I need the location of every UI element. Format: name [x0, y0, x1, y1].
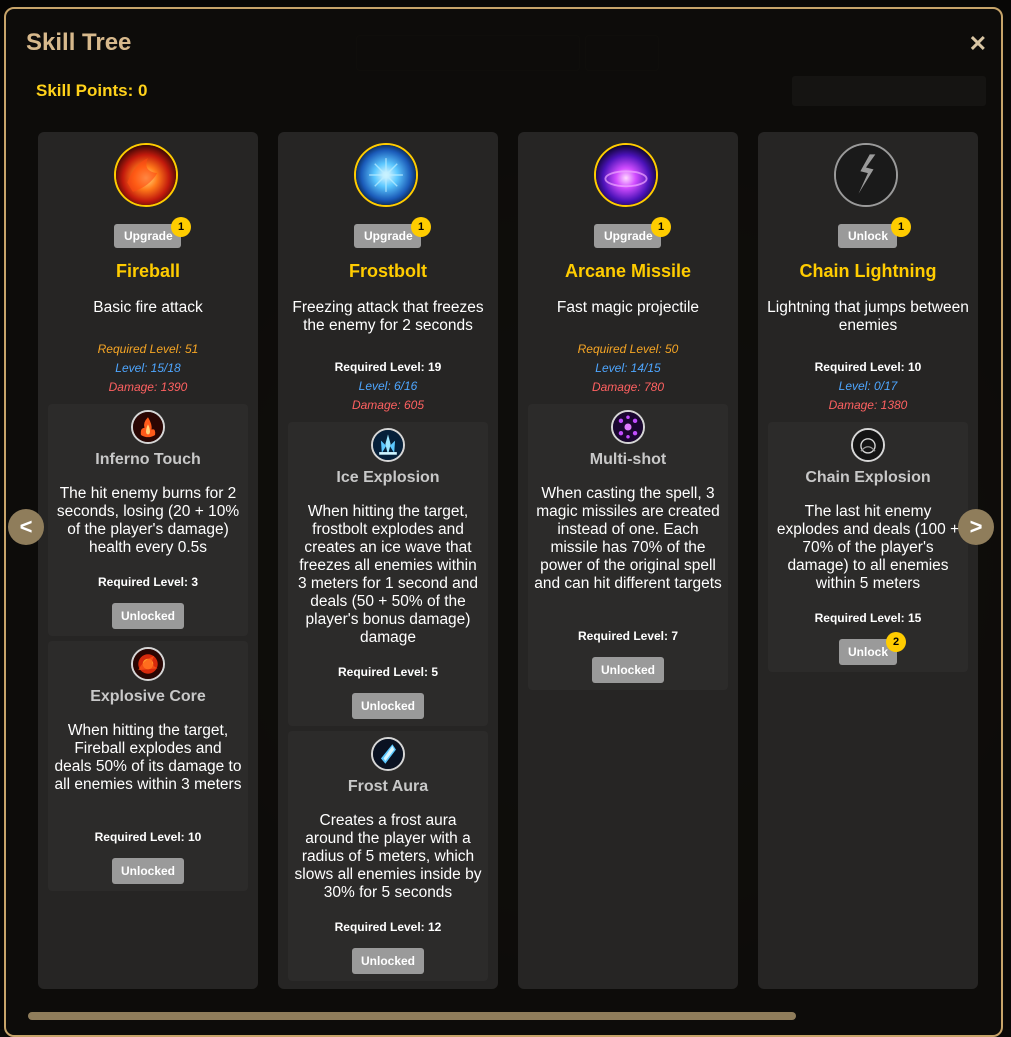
- sub-skill-multi-shot: Multi-shot When casting the spell, 3 mag…: [528, 404, 728, 690]
- sub-skill-name: Chain Explosion: [805, 469, 931, 486]
- skill-damage: Damage: 780: [591, 380, 665, 394]
- skill-description: Fast magic projectile: [556, 299, 700, 316]
- unlocked-button[interactable]: Unlocked: [352, 693, 424, 719]
- sub-skill-description: The hit enemy burns for 2 seconds, losin…: [56, 485, 240, 556]
- sub-skill-inferno-touch: Inferno Touch The hit enemy burns for 2 …: [48, 404, 248, 636]
- modal-title: Skill Tree: [26, 29, 132, 56]
- unlocked-button[interactable]: Unlocked: [112, 858, 184, 884]
- skill-points: Skill Points: 0: [36, 81, 148, 101]
- points-panel: [792, 76, 986, 106]
- fireball-icon[interactable]: [114, 143, 178, 207]
- skill-column-fireball: Upgrade 1 Fireball Basic fire attack Req…: [38, 132, 258, 989]
- explosive-core-icon: [131, 647, 165, 681]
- unlocked-button[interactable]: Unlocked: [592, 657, 664, 683]
- skill-damage: Damage: 1380: [828, 398, 908, 412]
- cost-badge: 1: [891, 217, 911, 237]
- chain-explosion-icon: [851, 428, 885, 462]
- required-level: Required Level: 10: [814, 360, 922, 374]
- skill-description: Lightning that jumps between enemies: [767, 299, 969, 334]
- skill-points-label: Skill Points:: [36, 81, 134, 100]
- horizontal-scrollbar[interactable]: [28, 1012, 796, 1020]
- skill-column-arcane-missile: Upgrade 1 Arcane Missile Fast magic proj…: [518, 132, 738, 989]
- arcane-missile-icon[interactable]: [594, 143, 658, 207]
- multi-shot-icon: [611, 410, 645, 444]
- sub-skill-name: Multi-shot: [589, 451, 667, 468]
- skill-level: Level: 15/18: [115, 361, 181, 375]
- cost-badge: 2: [886, 632, 906, 652]
- skill-description: Basic fire attack: [93, 299, 203, 316]
- sub-required-level: Required Level: 7: [577, 629, 679, 643]
- next-arrow-button[interactable]: >: [958, 509, 994, 545]
- sub-required-level: Required Level: 12: [334, 920, 442, 934]
- sub-skill-explosive-core: Explosive Core When hitting the target, …: [48, 641, 248, 891]
- sub-skill-description: The last hit enemy explodes and deals (1…: [776, 503, 960, 592]
- frost-aura-icon: [371, 737, 405, 771]
- sub-skill-description: When casting the spell, 3 magic missiles…: [534, 485, 722, 592]
- cost-badge: 1: [411, 217, 431, 237]
- skill-column-frostbolt: Upgrade 1 Frostbolt Freezing attack that…: [278, 132, 498, 989]
- skill-name: Frostbolt: [349, 261, 427, 281]
- sub-skill-name: Inferno Touch: [95, 451, 201, 468]
- skill-column-chain-lightning: Unlock 1 Chain Lightning Lightning that …: [758, 132, 978, 989]
- sub-skill-frost-aura: Frost Aura Creates a frost aura around t…: [288, 731, 488, 981]
- unlocked-button[interactable]: Unlocked: [352, 948, 424, 974]
- sub-required-level: Required Level: 5: [337, 665, 439, 679]
- skill-damage: Damage: 605: [351, 398, 425, 412]
- sub-skill-description: Creates a frost aura around the player w…: [294, 812, 482, 901]
- skill-level: Level: 0/17: [838, 379, 898, 393]
- skill-points-value: 0: [138, 81, 148, 100]
- skill-name: Chain Lightning: [799, 261, 937, 281]
- skill-level: Level: 14/15: [595, 361, 661, 375]
- required-level: Required Level: 19: [334, 360, 442, 374]
- frostbolt-icon[interactable]: [354, 143, 418, 207]
- sub-required-level: Required Level: 15: [814, 611, 922, 625]
- unlocked-button[interactable]: Unlocked: [112, 603, 184, 629]
- required-level: Required Level: 51: [97, 342, 199, 356]
- skill-level: Level: 6/16: [358, 379, 418, 393]
- required-level: Required Level: 50: [577, 342, 679, 356]
- sub-skill-name: Ice Explosion: [336, 469, 440, 486]
- prev-arrow-button[interactable]: <: [8, 509, 44, 545]
- skill-description: Freezing attack that freezes the enemy f…: [292, 299, 484, 334]
- unlock-button[interactable]: Unlock: [838, 224, 897, 248]
- cost-badge: 1: [171, 217, 191, 237]
- skill-name: Arcane Missile: [564, 261, 692, 281]
- sub-skill-description: When hitting the target, frostbolt explo…: [297, 503, 479, 646]
- chain-lightning-icon[interactable]: [834, 143, 898, 207]
- skill-damage: Damage: 1390: [108, 380, 188, 394]
- sub-skill-description: When hitting the target, Fireball explod…: [54, 722, 242, 793]
- sub-skill-ice-explosion: Ice Explosion When hitting the target, f…: [288, 422, 488, 726]
- close-icon[interactable]: ✕: [969, 33, 987, 55]
- skill-name: Fireball: [115, 261, 181, 281]
- sub-skill-name: Frost Aura: [347, 778, 429, 795]
- sub-skill-chain-explosion: Chain Explosion The last hit enemy explo…: [768, 422, 968, 672]
- skill-tree-modal: Skill Tree ✕ Skill Points: 0 Upgrade 1 F…: [4, 7, 1003, 1037]
- ice-explosion-icon: [371, 428, 405, 462]
- cost-badge: 1: [651, 217, 671, 237]
- sub-required-level: Required Level: 3: [97, 575, 199, 589]
- sub-skill-name: Explosive Core: [90, 688, 206, 705]
- inferno-icon: [131, 410, 165, 444]
- sub-required-level: Required Level: 10: [94, 830, 202, 844]
